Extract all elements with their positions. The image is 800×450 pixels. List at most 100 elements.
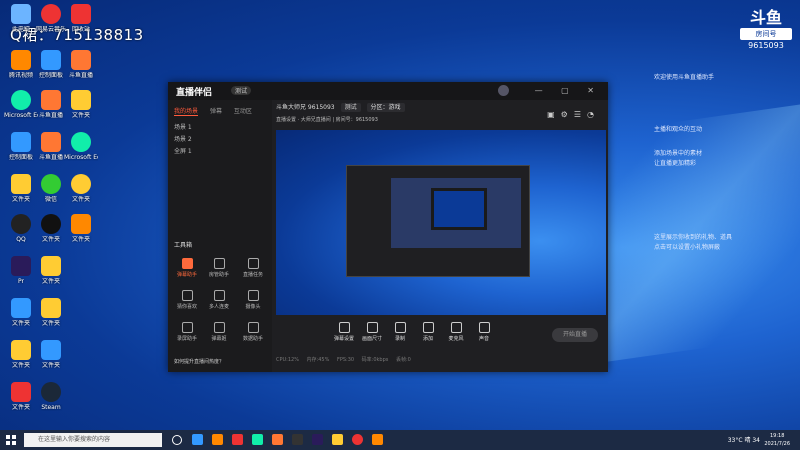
taskbar-app-icon[interactable] <box>332 434 343 445</box>
premiere-icon <box>11 256 31 276</box>
ctrl-resolution[interactable]: 画面尺寸 <box>360 322 384 342</box>
task-view-icon[interactable] <box>172 435 182 445</box>
wechat-icon <box>41 174 61 194</box>
tool-like[interactable]: 猜你喜欢 <box>174 290 200 310</box>
danmu-settings-icon <box>338 322 350 333</box>
left-panel: 我的场景 弹幕 互动区 场景 1 场景 2 全屏 1 工具箱 弹幕助手 房管助手… <box>168 100 272 372</box>
desktop-icon-tool[interactable]: 文件夹 <box>64 214 98 243</box>
app-icon <box>41 256 61 276</box>
qq-icon <box>11 214 31 234</box>
avatar[interactable] <box>498 85 509 96</box>
desktop-icon-app-4[interactable]: 文件夹 <box>4 340 38 369</box>
start-stream-button[interactable]: 开始直播 <box>552 328 598 342</box>
weather-widget[interactable]: 33°C 晴 34 <box>728 435 760 444</box>
overlay-line: 欢迎使用斗鱼直播助手 <box>654 74 715 81</box>
desktop-icon-add[interactable]: 文件夹 <box>64 174 98 203</box>
window-controls[interactable]: — ▢ ✕ <box>535 86 602 95</box>
clock[interactable]: 19:18 2021/7/26 <box>764 432 790 448</box>
control-panel-icon <box>11 132 31 152</box>
toolbar-icons[interactable]: ▣⚙☰◔ <box>547 110 600 119</box>
desktop-icon-douyu[interactable]: 斗鱼直播 <box>64 50 98 79</box>
like-icon <box>181 290 193 301</box>
desktop-icon-logitech[interactable]: 文件夹 <box>34 214 68 243</box>
desktop-icon-app[interactable]: 文件夹 <box>34 256 68 285</box>
control-panel-icon <box>41 50 61 70</box>
taskbar-app-icon[interactable] <box>192 434 203 445</box>
scene-item[interactable]: 场景 1 <box>174 122 192 131</box>
computer-icon <box>11 4 31 24</box>
ctrl-add[interactable]: 添加 <box>416 322 440 342</box>
ctrl-volume[interactable]: 声音 <box>472 322 496 342</box>
desktop-icon-app-5[interactable]: 文件夹 <box>34 340 68 369</box>
time: 19:18 <box>769 433 785 439</box>
taskbar-app-icon[interactable] <box>292 434 303 445</box>
title-bar: 直播伴侣 测试 — ▢ ✕ <box>168 82 608 100</box>
overlay-line: 添加场景中的素材 <box>654 150 703 157</box>
stream-preview[interactable] <box>276 130 606 315</box>
data-icon <box>247 322 259 333</box>
windows-start-icon[interactable] <box>6 435 16 445</box>
desktop-icon-control-2[interactable]: 控制面板 <box>4 132 38 161</box>
desktop-icon-recycle[interactable]: 回收站 <box>64 4 98 33</box>
record-icon <box>394 322 406 333</box>
taskbar-app-icon[interactable] <box>252 434 263 445</box>
desktop-icon-edge-2[interactable]: Microsoft Edge <box>64 132 98 161</box>
music-icon <box>41 4 61 24</box>
tool-multi[interactable]: 多人连麦 <box>206 290 232 310</box>
desktop-icon-app-6[interactable]: 文件夹 <box>4 382 38 411</box>
taskbar-app-icon[interactable] <box>352 434 363 445</box>
tool-record[interactable]: 录屏助手 <box>174 322 200 342</box>
desktop-icon-steam[interactable]: Steam <box>34 382 68 411</box>
help-link[interactable]: 如何提升直播间热度？ <box>174 358 224 365</box>
tab-interact[interactable]: 互动区 <box>234 108 252 115</box>
nested-preview <box>391 178 521 248</box>
desktop-icon-edge[interactable]: Microsoft Edge <box>4 90 38 119</box>
tab-scenes[interactable]: 我的场景 <box>174 108 199 116</box>
ctrl-mic[interactable]: 麦克风 <box>444 322 468 342</box>
desktop-icon-qq[interactable]: QQ <box>4 214 38 243</box>
logitech-icon <box>41 214 61 234</box>
category-chip[interactable]: 测试 <box>340 103 361 112</box>
tab-danmu[interactable]: 弹幕 <box>210 108 222 115</box>
desktop-icon-folder-2[interactable]: 文件夹 <box>4 174 38 203</box>
taskbar-app-icon[interactable] <box>272 434 283 445</box>
tool-data[interactable]: 数据助手 <box>240 322 266 342</box>
tool-camera[interactable]: 摄像头 <box>240 290 266 310</box>
desktop-icon-control[interactable]: 控制面板 <box>34 50 68 79</box>
recycle-icon <box>71 4 91 24</box>
taskbar-app-icon[interactable] <box>312 434 323 445</box>
scene-item[interactable]: 全屏 1 <box>174 146 192 155</box>
desktop-icon-netease[interactable]: 网易云音乐 <box>34 4 68 33</box>
desktop-icon-douyu-3[interactable]: 斗鱼直播 <box>34 132 68 161</box>
desktop-icon-this-pc[interactable]: 此电脑 <box>4 4 38 33</box>
desktop-icon-app-3[interactable]: 文件夹 <box>34 298 68 327</box>
tool-admin[interactable]: 房管助手 <box>206 258 232 278</box>
taskbar-app-icon[interactable] <box>232 434 243 445</box>
desktop-icon-tencent[interactable]: 腾讯视频 <box>4 50 38 79</box>
desktop-icon-folder[interactable]: 文件夹 <box>64 90 98 119</box>
folder-icon <box>11 174 31 194</box>
taskbar-app-icon[interactable] <box>212 434 223 445</box>
zone-chip[interactable]: 分区：游戏 <box>366 103 405 112</box>
desktop-icon-wechat[interactable]: 微信 <box>34 174 68 203</box>
ctrl-record[interactable]: 录制 <box>388 322 412 342</box>
desktop-icon-app-2[interactable]: 文件夹 <box>4 298 38 327</box>
room-tag: 房间号 <box>740 28 792 40</box>
tool-danmuji[interactable]: 弹幕姬 <box>206 322 232 342</box>
microphone-icon <box>450 322 462 333</box>
taskbar-search[interactable]: 在这里输入你要搜索的内容 <box>24 433 162 447</box>
date: 2021/7/26 <box>764 441 790 447</box>
taskbar-app-icon[interactable] <box>372 434 383 445</box>
room-title: 斗鱼大师兄 9615093 <box>276 104 335 111</box>
desktop-icon-premiere[interactable]: Pr <box>4 256 38 285</box>
brand-text: 斗鱼 <box>749 8 782 27</box>
scene-item[interactable]: 场景 2 <box>174 134 192 143</box>
desktop-icon-douyu-2[interactable]: 斗鱼直播 <box>34 90 68 119</box>
room-subinfo: 直播设置 · 大师兄直播间 | 房间号：9615093 <box>276 117 378 123</box>
ctrl-danmu[interactable]: 弹幕设置 <box>332 322 356 342</box>
nested-preview-inner <box>431 188 487 230</box>
tool-task[interactable]: 直播任务 <box>240 258 266 278</box>
version-badge[interactable]: 测试 <box>231 86 252 95</box>
multi-icon <box>213 290 225 301</box>
tool-danmu[interactable]: 弹幕助手 <box>174 258 200 278</box>
